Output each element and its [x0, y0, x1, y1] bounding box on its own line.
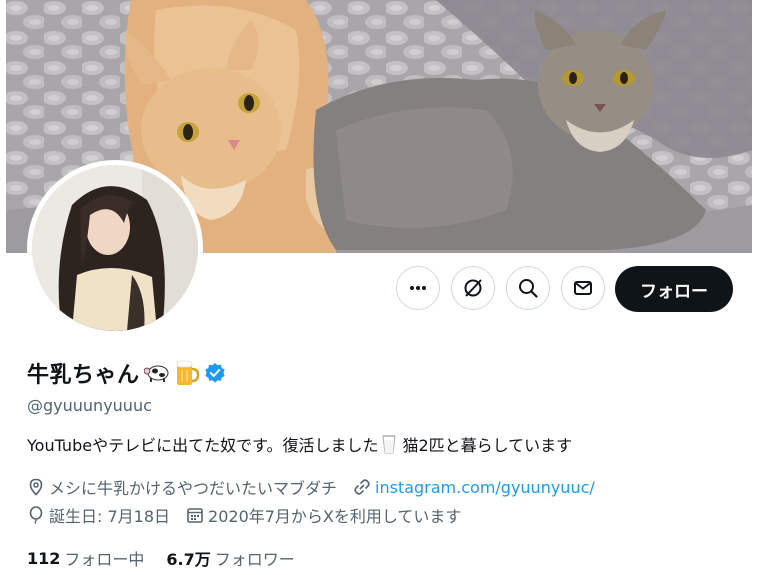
avatar-photo [32, 165, 198, 331]
profile-website[interactable]: instagram.com/gyuunyuuc/ [353, 478, 595, 497]
profile-name-row: 牛乳ちゃん [27, 355, 226, 391]
website-link[interactable]: instagram.com/gyuunyuuc/ [375, 478, 595, 497]
joined-text: 2020年7月からXを利用しています [208, 507, 462, 526]
grok-icon [464, 279, 482, 297]
following-count: 112 [27, 548, 61, 568]
verified-badge-icon[interactable] [204, 362, 226, 384]
followers-link[interactable]: 6.7万 フォロワー [166, 546, 294, 570]
following-label: フォロー中 [64, 550, 145, 569]
profile-birthday: 誕生日: 7月18日 [27, 503, 170, 527]
followers-count: 6.7万 [166, 550, 211, 569]
message-button[interactable] [561, 266, 605, 310]
profile-stats: 112 フォロー中 6.7万 フォロワー [27, 546, 317, 570]
profile-meta-row-2: 誕生日: 7月18日 2020年7月からXを利用しています [27, 504, 477, 526]
search-button[interactable] [506, 266, 550, 310]
avatar[interactable] [27, 160, 203, 336]
milk-glass-emoji [382, 434, 397, 454]
profile-meta-row-1: メシに牛乳かけるやつだいたいマブダチ instagram.com/gyuunyu… [27, 476, 611, 498]
calendar-icon [187, 508, 203, 523]
bio-text: YouTubeやテレビに出てた奴です。復活しました [27, 436, 379, 455]
profile-joined: 2020年7月からXを利用しています [186, 503, 461, 527]
birthday-text: 誕生日: 7月18日 [49, 507, 171, 526]
follow-button[interactable]: フォロー [615, 266, 733, 312]
more-button[interactable] [396, 266, 440, 310]
cow-emoji [143, 363, 170, 383]
location-icon [29, 478, 43, 496]
profile-location: メシに牛乳かけるやつだいたいマブダチ [27, 475, 337, 499]
beer-mug-emoji [174, 359, 200, 387]
location-text: メシに牛乳かけるやつだいたいマブダチ [49, 479, 338, 498]
profile-handle: @gyuuunyuuuc [27, 396, 152, 415]
balloon-icon [29, 506, 43, 524]
more-icon [410, 286, 426, 290]
profile-bio: YouTubeやテレビに出てた奴です。復活しました 猫2匹と暮らしています [27, 432, 572, 456]
following-link[interactable]: 112 フォロー中 [27, 546, 144, 570]
search-icon [519, 279, 538, 298]
link-icon [354, 479, 370, 495]
bio-text-continued: 猫2匹と暮らしています [402, 436, 573, 455]
message-icon [574, 281, 592, 295]
followers-label: フォロワー [214, 550, 295, 569]
display-name: 牛乳ちゃん [27, 363, 140, 388]
grok-button[interactable] [451, 266, 495, 310]
